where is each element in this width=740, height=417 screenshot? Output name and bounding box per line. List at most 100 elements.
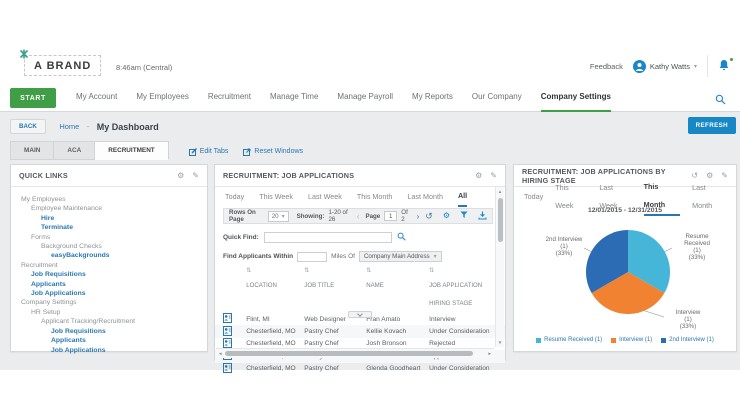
vertical-scrollbar[interactable]: ▲ ▼	[495, 187, 504, 347]
tab-last-week[interactable]: Last Week	[308, 188, 342, 206]
cell-name: Josh Bronson	[366, 340, 429, 347]
refresh-button[interactable]: REFRESH	[688, 117, 736, 134]
scroll-up-arrow[interactable]: ▲	[496, 189, 504, 194]
header-divider	[707, 55, 708, 77]
pencil-icon[interactable]: ✎	[192, 172, 199, 180]
breadcrumb: BACK Home - My Dashboard REFRESH	[10, 118, 730, 136]
nav-item-manage-payroll[interactable]: Manage Payroll	[337, 84, 393, 112]
quick-find-search-icon[interactable]	[397, 228, 406, 246]
legend-item-interview[interactable]: Interview (1)	[611, 337, 652, 343]
tab-aca[interactable]: ACA	[54, 141, 95, 160]
legend-item-resume-received[interactable]: Resume Received (1)	[536, 337, 602, 343]
quick-find-input[interactable]	[264, 232, 392, 243]
table-header-row: ⇅ LOCATION ⇅ JOB TITLE ⇅ NAME ⇅ JOB APPLICAT…	[215, 266, 505, 313]
next-page-button[interactable]: ›	[415, 212, 422, 221]
gear-icon[interactable]: ⚙	[177, 172, 184, 180]
download-icon[interactable]	[478, 211, 487, 222]
rows-per-page-value: 20	[272, 213, 279, 220]
quick-link-job-requisitions[interactable]: Job Requisitions	[31, 271, 86, 278]
notifications-button[interactable]	[718, 59, 732, 73]
scrollbar-thumb[interactable]	[498, 198, 503, 242]
tab-this-week[interactable]: This Week	[259, 188, 293, 206]
sort-icon[interactable]: ⇅	[304, 268, 366, 274]
tree-node: Employee Maintenance	[31, 205, 102, 212]
scrollbar-thumb[interactable]	[225, 351, 473, 356]
column-name[interactable]: NAME	[366, 282, 384, 289]
scroll-down-arrow[interactable]: ▼	[496, 340, 504, 345]
page-label: Page	[365, 213, 380, 220]
sort-icon[interactable]: ⇅	[366, 268, 429, 274]
column-location[interactable]: LOCATION	[246, 282, 277, 289]
collapse-filters-button[interactable]	[348, 311, 372, 318]
quick-link-job-requisitions-2[interactable]: Job Requisitions	[51, 328, 106, 335]
start-button[interactable]: START	[10, 88, 56, 108]
nav-item-my-reports[interactable]: My Reports	[412, 84, 453, 112]
nav-item-our-company[interactable]: Our Company	[472, 84, 522, 112]
nav-item-my-employees[interactable]: My Employees	[136, 84, 188, 112]
table-row[interactable]: Chesterfield, MO Pastry Chef Glenda Good…	[215, 363, 505, 375]
search-icon[interactable]	[715, 92, 726, 110]
quick-link-job-applications[interactable]: Job Applications	[31, 290, 86, 297]
quick-link-applicants-2[interactable]: Applicants	[51, 337, 86, 344]
grid-settings-icon[interactable]: ⚙	[443, 212, 450, 220]
tree-node: HR Setup	[31, 309, 60, 316]
tab-last-month[interactable]: Last Month	[407, 188, 443, 206]
nav-item-company-settings[interactable]: Company Settings	[541, 84, 611, 112]
prev-page-button[interactable]: ‹	[355, 212, 362, 221]
scroll-right-arrow[interactable]: ►	[488, 351, 492, 356]
scroll-left-arrow[interactable]: ◄	[218, 351, 222, 356]
horizontal-scrollbar[interactable]: ◄ ►	[216, 348, 494, 358]
reset-windows-button[interactable]: Reset Windows	[243, 148, 303, 156]
nav-item-my-account[interactable]: My Account	[76, 84, 117, 112]
showing-label: Showing:	[297, 213, 325, 220]
cell-job-title: Pastry Chef	[304, 365, 366, 372]
tab-recruitment[interactable]: RECRUITMENT	[95, 141, 169, 160]
sort-icon[interactable]: ⇅	[246, 268, 304, 274]
tab-last-month[interactable]: Last Month	[692, 179, 726, 215]
nav-item-recruitment[interactable]: Recruitment	[208, 84, 251, 112]
edit-tabs-button[interactable]: Edit Tabs	[189, 148, 229, 156]
quick-link-hire[interactable]: Hire	[41, 215, 54, 222]
column-job-title[interactable]: JOB TITLE	[304, 282, 334, 289]
gear-icon[interactable]: ⚙	[475, 172, 482, 180]
brand-logo[interactable]: A BRAND	[24, 55, 101, 76]
filter-icon[interactable]	[460, 211, 468, 221]
tab-this-week[interactable]: This Week	[555, 179, 587, 215]
job-applications-title: RECRUITMENT: JOB APPLICATIONS	[223, 171, 475, 180]
main-nav: START My Account My Employees Recruitmen…	[0, 84, 740, 112]
breadcrumb-home-link[interactable]: Home	[59, 122, 79, 131]
quick-link-applicants[interactable]: Applicants	[31, 281, 66, 288]
quick-link-job-applications-2[interactable]: Job Applications	[51, 347, 106, 354]
nav-item-manage-time[interactable]: Manage Time	[270, 84, 318, 112]
column-hiring-stage[interactable]: JOB APPLICATION HIRING STAGE	[429, 282, 482, 307]
pie-label-interview: Interview (1) (33%)	[662, 309, 714, 330]
tab-today[interactable]: Today	[524, 188, 543, 206]
page-title: My Dashboard	[97, 122, 159, 132]
legend-item-2nd-interview[interactable]: 2nd Interview (1)	[661, 337, 714, 343]
address-select[interactable]: Company Main Address ▾	[359, 251, 442, 262]
applicant-profile-icon[interactable]	[223, 326, 246, 338]
rows-per-page-select[interactable]: 20 ▾	[268, 211, 289, 222]
pie-chart: 2nd Interview (1) (33%) Resume Received …	[514, 216, 736, 332]
tree-node: Applicant Tracking/Recruitment	[41, 318, 135, 325]
miles-input[interactable]	[297, 252, 327, 262]
sort-icon[interactable]: ⇅	[429, 268, 493, 274]
page-input[interactable]	[384, 211, 397, 221]
tab-this-month[interactable]: This Month	[357, 188, 393, 206]
applicant-profile-icon[interactable]	[223, 313, 246, 325]
applicant-profile-icon[interactable]	[223, 363, 246, 375]
quick-link-terminate[interactable]: Terminate	[41, 224, 73, 231]
legend-swatch	[536, 338, 541, 343]
back-button[interactable]: BACK	[10, 119, 46, 134]
pencil-icon[interactable]: ✎	[490, 172, 497, 180]
app-header: A BRAND 8:46am (Central) Feedback Kathy …	[0, 48, 740, 84]
table-row[interactable]: Chesterfield, MO Pastry Chef Kellie Kova…	[215, 325, 505, 337]
tab-main[interactable]: MAIN	[10, 141, 54, 160]
feedback-link[interactable]: Feedback	[590, 62, 623, 71]
quick-link-easybackgrounds[interactable]: easyBackgrounds	[51, 252, 110, 259]
grid-refresh-icon[interactable]: ↺	[425, 212, 433, 221]
cell-location: Chesterfield, MO	[246, 340, 304, 347]
user-menu[interactable]: Kathy Watts ▾	[633, 60, 697, 73]
tab-today[interactable]: Today	[225, 188, 244, 206]
tab-all[interactable]: All	[458, 187, 467, 207]
